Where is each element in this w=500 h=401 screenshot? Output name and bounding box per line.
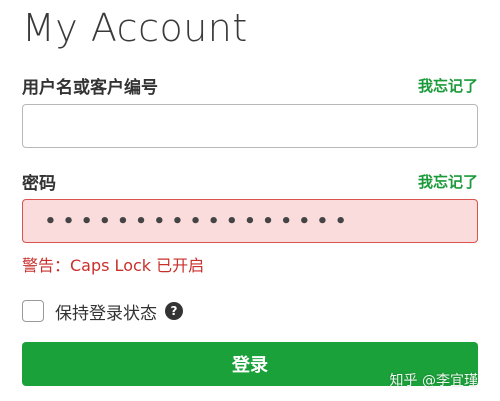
remember-me-row: 保持登录状态 ? <box>22 298 183 324</box>
page-title: My Account <box>22 6 248 50</box>
remember-me-label[interactable]: 保持登录状态 <box>55 299 157 324</box>
password-input[interactable]: ••••••••••••••••• <box>22 199 478 243</box>
username-label-row: 用户名或客户编号 我忘记了 <box>22 72 478 98</box>
help-icon[interactable]: ? <box>165 302 183 320</box>
username-input[interactable] <box>22 104 478 148</box>
forgot-username-link[interactable]: 我忘记了 <box>418 75 478 96</box>
account-login-page: My Account 用户名或客户编号 我忘记了 密码 我忘记了 •••••••… <box>0 0 500 401</box>
username-label: 用户名或客户编号 <box>22 77 158 98</box>
password-label-row: 密码 我忘记了 <box>22 168 478 194</box>
password-label: 密码 <box>22 173 56 194</box>
password-masked-value: ••••••••••••••••• <box>45 210 354 232</box>
caps-lock-warning: 警告：Caps Lock 已开启 <box>22 256 205 275</box>
watermark-text: 知乎 @李宜瑾 <box>389 373 478 389</box>
remember-me-checkbox[interactable] <box>22 300 44 322</box>
forgot-password-link[interactable]: 我忘记了 <box>418 171 478 192</box>
